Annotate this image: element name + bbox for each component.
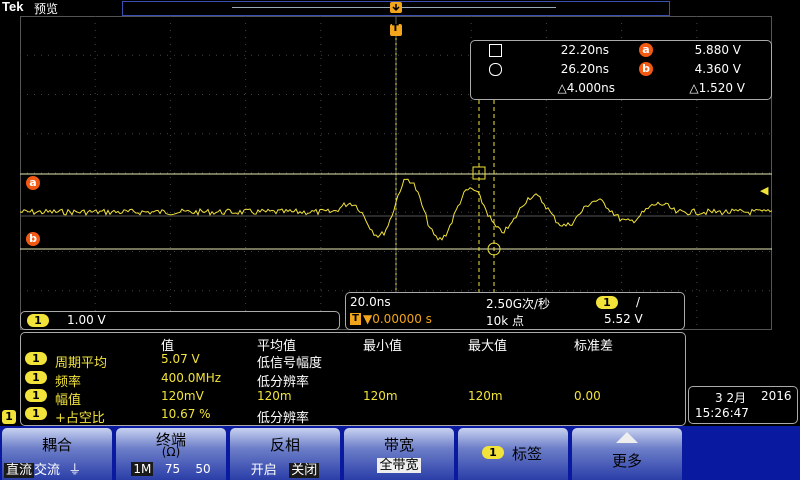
bandwidth-title: 带宽: [383, 436, 414, 454]
row-name: 频率: [55, 375, 82, 390]
row-name: 周期平均: [55, 356, 108, 371]
row-mean: 低分辨率: [257, 411, 310, 426]
bandwidth-button[interactable]: 带宽 全带宽: [344, 428, 454, 480]
cursor-2-circle-icon: [489, 63, 502, 76]
invert-button[interactable]: 反相 开启 关闭: [230, 428, 340, 480]
year: 2016: [761, 389, 792, 403]
termination-75[interactable]: 75: [165, 462, 180, 476]
cursor-a-label: a: [26, 176, 40, 190]
coupling-options: 直流 交流 ⏚: [4, 459, 112, 478]
bandwidth-option: 全带宽: [344, 454, 454, 473]
row-value: 120mV: [161, 389, 204, 403]
row-mean: 120m: [257, 389, 292, 403]
cursor-readout-panel: 22.20ns a 5.880 V 26.20ns b 4.360 V △4.0…: [470, 40, 772, 100]
channel-1-scale: 1.00 V: [67, 313, 106, 327]
invert-options: 开启 关闭: [230, 459, 340, 478]
row-std: 0.00: [574, 389, 601, 403]
cursor-delta-time: △4.000ns: [557, 81, 615, 95]
trigger-t-icon: T: [350, 313, 361, 325]
horizontal-scale: 20.0ns: [350, 295, 391, 309]
channel-1-badge: 1: [27, 314, 49, 327]
cursor-1-square-icon: [489, 44, 502, 57]
measurement-panel: 值 平均值 最小值 最大值 标准差 1 周期平均 5.07 V 低信号幅度 1 …: [20, 332, 686, 426]
invert-on[interactable]: 开启: [251, 463, 277, 478]
record-length: 10k 点: [486, 314, 525, 328]
row-channel-badge: 1: [25, 371, 47, 384]
label-title: 标签: [512, 445, 543, 463]
cursor-b-value: 4.360 V: [694, 62, 741, 76]
cursor-2-time: 26.20ns: [560, 62, 609, 76]
row-value: 400.0MHz: [161, 371, 222, 385]
cursor-a-value: 5.880 V: [694, 43, 741, 57]
up-arrow-icon: [616, 432, 638, 443]
row-max: 120m: [468, 389, 503, 403]
label-button[interactable]: 1 标签: [458, 428, 568, 480]
cursor-delta-voltage: △1.520 V: [689, 81, 745, 95]
row-channel-badge: 1: [25, 389, 47, 402]
trigger-position: ▼0.00000 s: [363, 312, 432, 326]
bandwidth-full[interactable]: 全带宽: [377, 458, 421, 473]
row-value: 10.67 %: [161, 407, 211, 421]
time: 15:26:47: [695, 406, 749, 420]
label-channel-badge: 1: [482, 446, 504, 459]
coupling-button[interactable]: 耦合 直流 交流 ⏚: [2, 428, 112, 480]
row-channel-badge: 1: [25, 352, 47, 365]
measurement-row[interactable]: 1 +占空比 10.67 % 低分辨率: [25, 407, 675, 426]
measurement-row[interactable]: 1 频率 400.0MHz 低分辨率: [25, 371, 675, 390]
cursor-b-badge: b: [639, 62, 653, 76]
coupling-dc[interactable]: 直流: [4, 463, 35, 478]
termination-50[interactable]: 50: [195, 462, 210, 476]
ground-icon[interactable]: ⏚: [68, 463, 81, 478]
invert-off[interactable]: 关闭: [289, 463, 320, 478]
row-value: 5.07 V: [161, 352, 200, 366]
trigger-channel-badge: 1: [596, 296, 618, 309]
cursor-a-badge: a: [639, 43, 653, 57]
trigger-position-marker[interactable]: T: [389, 0, 403, 38]
row-mean: 低信号幅度: [257, 356, 323, 371]
termination-button[interactable]: 终端 (Ω) 1M 75 50: [116, 428, 226, 480]
row-mean: 低分辨率: [257, 375, 310, 390]
tek-logo: Tek: [2, 0, 24, 14]
trigger-level-arrow-icon[interactable]: ◀: [760, 184, 768, 197]
measurement-row[interactable]: 1 幅值 120mV 120m 120m 120m 0.00: [25, 389, 675, 408]
termination-1m[interactable]: 1M: [131, 462, 154, 476]
more-button[interactable]: 更多: [572, 428, 682, 480]
channel-1-scale-panel[interactable]: 1 1.00 V: [20, 311, 340, 330]
invert-title: 反相: [269, 436, 300, 454]
termination-unit: (Ω): [161, 445, 181, 459]
cursor-1-time: 22.20ns: [560, 43, 609, 57]
coupling-title: 耦合: [41, 436, 72, 454]
sample-rate: 2.50G次/秒: [486, 297, 551, 311]
datetime-panel: 3 2月 2016 15:26:47: [688, 386, 798, 424]
row-name: 幅值: [55, 393, 82, 408]
side-channel-badge[interactable]: 1: [2, 410, 16, 424]
measurement-row[interactable]: 1 周期平均 5.07 V 低信号幅度: [25, 352, 675, 371]
row-name: +占空比: [55, 411, 105, 426]
mode-title: 预览: [34, 2, 59, 16]
timebase-panel[interactable]: 20.0ns 2.50G次/秒 1 / T ▼0.00000 s 10k 点 5…: [345, 292, 685, 330]
row-channel-badge: 1: [25, 407, 47, 420]
row-min: 120m: [363, 389, 398, 403]
termination-options: 1M 75 50: [116, 462, 226, 476]
trigger-t-label: T: [392, 23, 399, 34]
more-title: 更多: [611, 452, 642, 470]
coupling-ac[interactable]: 交流: [34, 463, 60, 478]
date: 3 2月: [715, 391, 747, 405]
trigger-level: 5.52 V: [604, 312, 643, 326]
cursor-b-label: b: [26, 232, 40, 246]
trigger-slope-icon: /: [636, 295, 641, 309]
